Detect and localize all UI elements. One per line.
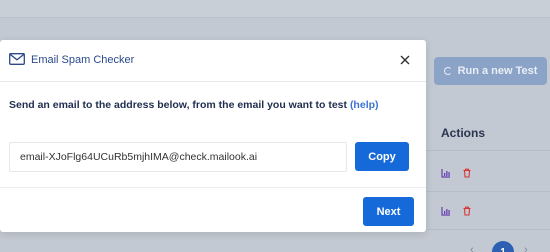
email-spam-checker-modal: Email Spam Checker Send an email to the … — [0, 40, 426, 232]
instruction-label: Send an email to the address below, from… — [9, 99, 348, 111]
table-row-divider — [426, 229, 550, 230]
pagination-prev-icon[interactable]: ‹ — [470, 244, 474, 252]
delete-trash-icon[interactable] — [462, 168, 472, 178]
table-row-divider — [426, 150, 550, 151]
table-row-divider — [426, 191, 550, 192]
pagination-next-icon[interactable]: › — [524, 244, 528, 252]
run-new-test-label: Run a new Test — [457, 65, 538, 77]
run-new-test-button[interactable]: Run a new Test — [434, 57, 547, 85]
close-icon[interactable] — [399, 54, 411, 66]
actions-column-header: Actions — [441, 126, 486, 140]
modal-footer-divider — [0, 187, 426, 188]
copy-button[interactable]: Copy — [355, 142, 409, 171]
report-chart-icon[interactable] — [441, 206, 451, 216]
instruction-text: Send an email to the address below, from… — [9, 99, 379, 111]
report-chart-icon[interactable] — [441, 168, 451, 178]
mail-icon — [9, 53, 25, 65]
test-email-address-field[interactable] — [9, 142, 347, 172]
modal-header: Email Spam Checker — [0, 40, 426, 82]
next-button[interactable]: Next — [363, 197, 414, 226]
help-link[interactable]: (help) — [350, 99, 379, 111]
delete-trash-icon[interactable] — [462, 206, 472, 216]
modal-title: Email Spam Checker — [31, 54, 135, 66]
background-topbar — [0, 0, 550, 18]
loading-spinner-icon — [443, 67, 452, 75]
pagination-current-page[interactable]: 1 — [492, 241, 514, 252]
